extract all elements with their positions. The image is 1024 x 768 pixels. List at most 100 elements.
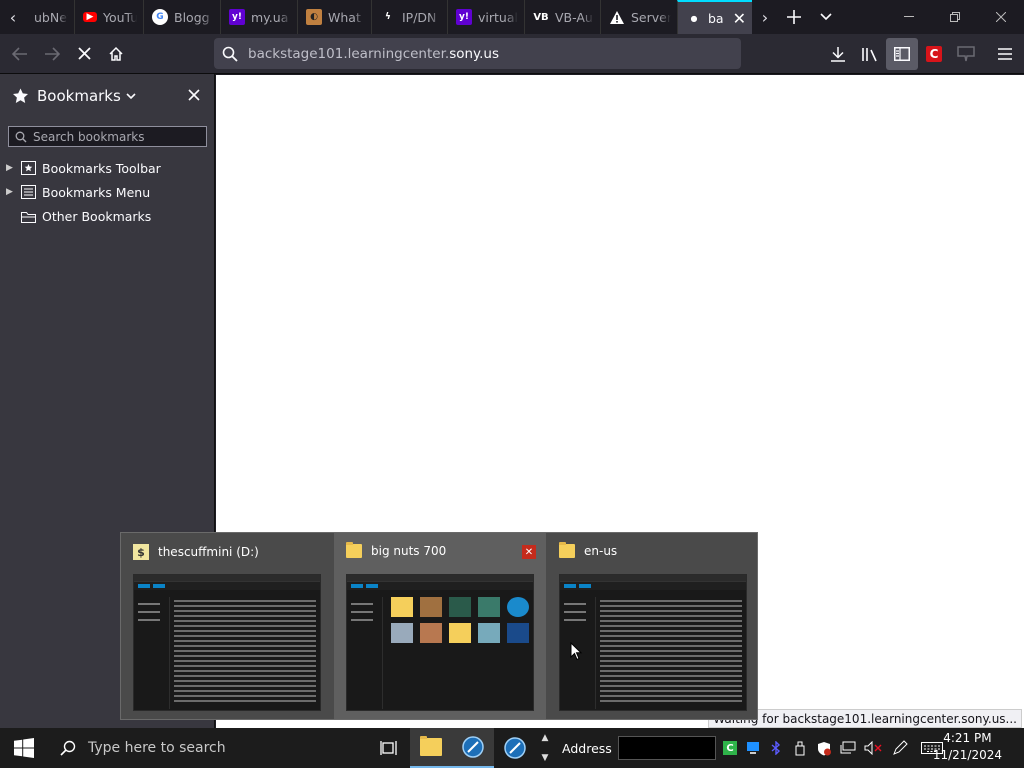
tray-usb[interactable] [790,728,810,768]
preview-big-nuts-700[interactable]: big nuts 700 ✕ [334,533,546,719]
preview-title-text: en-us [584,544,618,558]
tab-label: YouTu [103,9,137,25]
address-toolbar-input[interactable] [617,736,716,760]
sidebar-title: Bookmarks [37,87,121,105]
close-sidebar-button[interactable] [188,89,200,101]
pen-icon [893,740,908,755]
tree-item-bookmarks-toolbar[interactable]: ▶ Bookmarks Toolbar [0,156,215,180]
tray-app-c[interactable]: C [720,728,740,768]
tab-unbnet[interactable]: ubNet [26,0,74,34]
taskbar-search-box[interactable]: Type here to search [48,728,368,768]
yahoo-icon: y! [456,9,472,25]
tab-server[interactable]: Server [600,0,677,34]
close-icon [188,89,200,101]
tab-vb-audio[interactable]: VB VB-Au [524,0,600,34]
library-button[interactable] [854,38,886,70]
close-tab-icon[interactable]: ✕ [733,9,746,28]
tab-youtube[interactable]: ▶ YouTu [74,0,143,34]
tab-blogger[interactable]: G Blogg [143,0,220,34]
chevron-up-icon[interactable]: ▲ [542,733,549,743]
tab-my-yahoo[interactable]: y! my.ua [220,0,297,34]
translate-extension-button[interactable] [950,38,982,70]
tray-security[interactable] [814,728,834,768]
navigation-toolbar: backstage101.learningcenter. sony.us C [0,34,1024,74]
usb-device-icon [795,741,805,755]
url-host: sony.us [449,45,499,62]
plus-icon [787,10,801,24]
tray-pen[interactable] [890,728,910,768]
downloads-button[interactable] [822,38,854,70]
sidebar-header[interactable]: Bookmarks [0,74,214,118]
restore-button[interactable] [932,0,978,34]
tree-item-other-bookmarks[interactable]: Other Bookmarks [0,204,215,228]
tab-label: ubNet [34,9,68,25]
app-menu-button[interactable] [989,38,1021,70]
expand-arrow-icon[interactable]: ▶ [6,163,20,173]
app-taskbar-button-2[interactable] [494,728,536,768]
sidebar-toggle-button[interactable] [886,38,918,70]
forward-button[interactable] [36,38,68,70]
tree-item-label: Bookmarks Menu [42,184,151,200]
speech-bubble-icon [957,46,975,62]
tab-scroll-right-button[interactable]: › [752,0,778,34]
tab-strip: ‹ ubNet ▶ YouTu G Blogg y! my.ua ◐ What … [0,0,1024,34]
tab-label: virtual [478,9,518,25]
monitor-icon [747,742,759,754]
tab-label: Server [631,9,671,25]
tray-volume[interactable] [862,728,884,768]
google-icon: G [152,9,168,25]
taskbar-thumbnail-popup: $ thescuffmini (D:) big nuts 700 ✕ en-us [120,532,758,720]
tray-monitor[interactable] [743,728,763,768]
youtube-icon: ▶ [83,12,97,22]
other-bookmarks-icon [20,208,36,224]
chevron-down-icon[interactable]: ▼ [542,753,549,763]
tab-virtual[interactable]: y! virtual [447,0,524,34]
task-view-button[interactable] [368,728,410,768]
toolbar-scroll-buttons[interactable]: ▲ ▼ [536,728,554,768]
tab-label: What [328,9,361,25]
shield-icon [818,741,831,755]
tray-bluetooth[interactable] [766,728,786,768]
preview-en-us[interactable]: en-us [547,533,759,719]
tab-label: Blogg [174,9,210,25]
bluetooth-icon [771,741,781,755]
start-button[interactable] [0,728,48,768]
tree-item-label: Bookmarks Toolbar [42,160,161,176]
extension-button[interactable]: C [918,38,950,70]
new-tab-button[interactable] [778,0,810,34]
yahoo-icon: y! [229,9,245,25]
file-explorer-taskbar-button[interactable] [410,728,452,768]
search-placeholder: Search bookmarks [33,129,145,144]
preview-title-text: big nuts 700 [371,544,447,558]
minimize-button[interactable] [886,0,932,34]
tab-backstage-active[interactable]: ● ba ✕ [677,0,752,34]
app-globe-icon [504,737,526,759]
tab-what[interactable]: ◐ What [297,0,371,34]
list-all-tabs-button[interactable] [810,0,842,34]
stop-button[interactable] [68,38,100,70]
tray-network[interactable] [838,728,858,768]
close-window-button[interactable] [978,0,1024,34]
taskbar-clock[interactable]: 4:21 PM 11/21/2024 [933,730,1002,764]
chevron-down-icon [820,13,832,21]
tree-item-bookmarks-menu[interactable]: ▶ Bookmarks Menu [0,180,215,204]
bookmarks-menu-icon [20,184,36,200]
url-bar[interactable]: backstage101.learningcenter. sony.us [214,38,741,69]
sidebar-icon [894,47,910,61]
app-taskbar-button[interactable] [452,728,494,768]
close-preview-button[interactable]: ✕ [522,545,536,559]
home-icon [109,46,123,61]
bookmark-tree: ▶ Bookmarks Toolbar ▶ Bookmarks Menu Oth… [0,156,215,228]
hamburger-menu-icon [998,48,1012,60]
task-view-icon [380,741,397,755]
bookmark-search-input[interactable]: Search bookmarks [8,126,207,147]
tab-ip-dns[interactable]: ϟ IP/DN [371,0,447,34]
preview-thescuffmini[interactable]: $ thescuffmini (D:) [121,533,333,719]
network-icon [840,741,856,754]
search-icon [60,740,76,756]
back-button[interactable] [4,38,36,70]
app-globe-icon [462,736,484,758]
tab-scroll-left-button[interactable]: ‹ [0,0,26,34]
expand-arrow-icon[interactable]: ▶ [6,187,20,197]
home-button[interactable] [100,38,132,70]
